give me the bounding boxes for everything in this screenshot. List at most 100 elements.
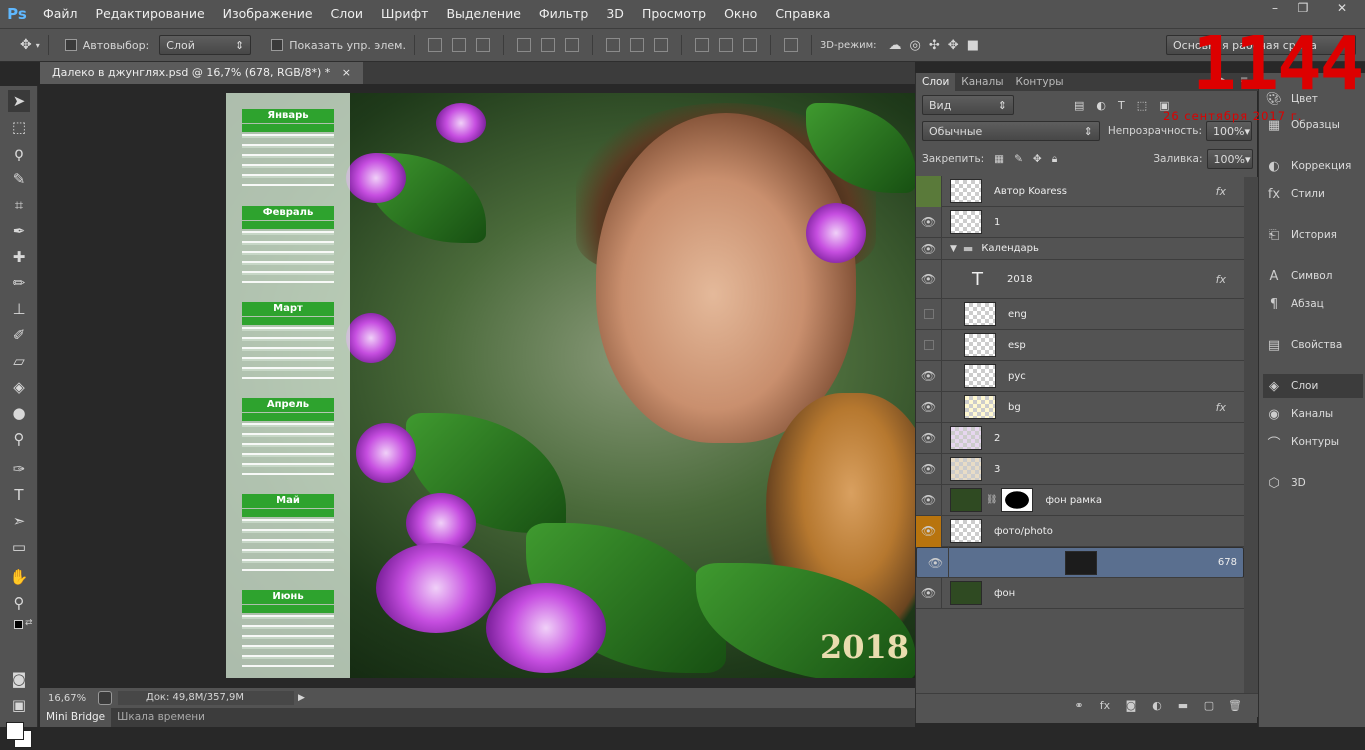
filter-pixel-icon[interactable]: ▤ — [1074, 99, 1084, 112]
dock-item-properties[interactable]: ▤ Свойства — [1263, 333, 1363, 357]
quick-mask-icon[interactable]: ◙ — [8, 668, 30, 690]
brush-tool-icon[interactable]: ✏ — [8, 272, 30, 294]
dock-item-layers[interactable]: ◈ Слои — [1263, 374, 1363, 398]
add-mask-icon[interactable]: ◙ — [1124, 699, 1138, 712]
document-tab[interactable]: Далеко в джунглях.psd @ 16,7% (678, RGB/… — [40, 62, 363, 84]
rectangle-tool-icon[interactable]: ▭ — [8, 536, 30, 558]
align-left-icon[interactable] — [516, 38, 531, 52]
eye-icon[interactable]: 👁︎ — [916, 422, 942, 454]
screen-mode-icon[interactable]: ▣ — [8, 694, 30, 716]
align-top-icon[interactable] — [427, 38, 442, 52]
layer-row[interactable]: 👁︎ 3 — [916, 453, 1244, 485]
3d-orbit-icon[interactable]: ☁ — [889, 38, 902, 53]
menu-file[interactable]: Файл — [34, 0, 87, 28]
move-tool-icon[interactable]: ✥ — [20, 37, 32, 53]
eye-icon[interactable]: 👁︎ — [916, 259, 942, 299]
fx-icon[interactable]: fx — [1216, 401, 1226, 414]
lock-image-icon[interactable]: ✎ — [1014, 153, 1023, 165]
layer-row-selected[interactable]: 👁︎ 678 — [916, 547, 1244, 578]
tab-mini-bridge[interactable]: Mini Bridge — [40, 708, 112, 727]
menu-image[interactable]: Изображение — [214, 0, 322, 28]
minimize-icon[interactable]: – — [1262, 0, 1288, 18]
visibility-toggle[interactable] — [916, 298, 942, 330]
distribute-hcenter-icon[interactable] — [718, 38, 733, 52]
layer-mask-thumbnail[interactable] — [1001, 488, 1034, 512]
autoselect-checkbox[interactable] — [64, 39, 77, 51]
distribute-left-icon[interactable] — [694, 38, 709, 52]
dock-item-styles[interactable]: fx Стили — [1263, 182, 1363, 206]
fx-icon[interactable]: fx — [1216, 273, 1226, 286]
opacity-input[interactable]: 100% ▾ — [1206, 121, 1252, 141]
menu-window[interactable]: Окно — [715, 0, 766, 28]
menu-layer[interactable]: Слои — [322, 0, 373, 28]
menu-edit[interactable]: Редактирование — [87, 0, 214, 28]
dock-item-adjustments[interactable]: ◐ Коррекция — [1263, 154, 1363, 178]
swap-colors-icon[interactable]: ⇄ — [25, 618, 33, 628]
link-layers-icon[interactable]: ⚭ — [1072, 699, 1086, 712]
layer-row[interactable]: 👁︎ фон — [916, 577, 1244, 609]
crop-tool-icon[interactable]: ⌗ — [8, 194, 30, 216]
distribute-top-icon[interactable] — [605, 38, 620, 52]
new-layer-icon[interactable]: ▢ — [1202, 699, 1216, 712]
eye-icon[interactable]: 👁︎ — [916, 237, 942, 260]
foreground-color-swatch[interactable] — [6, 722, 24, 740]
document-canvas[interactable]: Январь Февраль Март Апрель Май Июнь 2018 — [226, 93, 915, 678]
eye-icon[interactable]: 👁︎ — [916, 577, 942, 609]
distribute-bottom-icon[interactable] — [653, 38, 668, 52]
3d-scale-icon[interactable]: ■ — [967, 38, 979, 53]
menu-select[interactable]: Выделение — [437, 0, 529, 28]
visibility-toggle[interactable] — [916, 175, 942, 207]
play-icon[interactable]: ▶ — [298, 693, 305, 703]
layer-row[interactable]: 👁︎ фото/photo — [916, 515, 1244, 547]
color-swatches[interactable] — [6, 722, 34, 750]
stamp-tool-icon[interactable]: ⊥ — [8, 298, 30, 320]
blur-tool-icon[interactable]: ● — [8, 402, 30, 424]
dock-item-character[interactable]: A Символ — [1263, 264, 1363, 288]
tab-channels[interactable]: Каналы — [955, 73, 1009, 91]
3d-slide-icon[interactable]: ✥ — [948, 38, 959, 53]
align-right-icon[interactable] — [564, 38, 579, 52]
menu-view[interactable]: Просмотр — [633, 0, 715, 28]
filter-type-dropdown[interactable]: Вид ⇕ — [922, 95, 1014, 115]
tab-paths[interactable]: Контуры — [1010, 73, 1070, 91]
layer-row[interactable]: 👁︎ T 2018 fx — [916, 259, 1244, 299]
layer-row[interactable]: 👁︎ рус — [916, 360, 1244, 392]
visibility-toggle[interactable] — [916, 329, 942, 361]
default-colors-icon[interactable] — [14, 620, 23, 629]
lock-transparent-icon[interactable]: ▦ — [994, 153, 1004, 165]
dock-item-paragraph[interactable]: ¶ Абзац — [1263, 292, 1363, 316]
dock-item-paths[interactable]: ⌒ Контуры — [1263, 430, 1363, 454]
eye-icon[interactable]: 👁︎ — [916, 453, 942, 485]
trash-icon[interactable]: 🗑︎ — [1228, 699, 1242, 712]
eyedropper-tool-icon[interactable]: ✒ — [8, 220, 30, 242]
chevron-down-icon[interactable]: ▼ — [950, 244, 957, 254]
distribute-right-icon[interactable] — [742, 38, 757, 52]
eye-icon[interactable]: 👁︎ — [916, 391, 942, 423]
dock-item-channels[interactable]: ◉ Каналы — [1263, 402, 1363, 426]
new-group-icon[interactable]: ▬ — [1176, 699, 1190, 712]
zoom-level[interactable]: 16,67% — [48, 693, 92, 704]
move-tool-icon[interactable]: ➤ — [8, 90, 30, 112]
healing-brush-icon[interactable]: ✚ — [8, 246, 30, 268]
menu-3d[interactable]: 3D — [597, 0, 633, 28]
tab-timeline[interactable]: Шкала времени — [111, 708, 211, 727]
fill-input[interactable]: 100% ▾ — [1206, 149, 1253, 169]
lock-position-icon[interactable]: ✥ — [1033, 153, 1042, 165]
pen-tool-icon[interactable]: ✑ — [8, 458, 30, 480]
paint-bucket-icon[interactable]: ◈ — [8, 376, 30, 398]
layers-scrollbar[interactable] — [1244, 177, 1258, 697]
quick-select-tool-icon[interactable]: ✎ — [8, 168, 30, 190]
history-brush-icon[interactable]: ✐ — [8, 324, 30, 346]
restore-icon[interactable]: ❐ — [1290, 0, 1316, 18]
tab-layers[interactable]: Слои — [916, 73, 956, 91]
lasso-tool-icon[interactable]: ϙ — [8, 142, 30, 164]
3d-roll-icon[interactable]: ◎ — [910, 38, 921, 53]
eye-icon[interactable]: 👁︎ — [916, 206, 942, 238]
autoselect-dropdown[interactable]: Слой ⇕ — [159, 35, 252, 55]
layer-row[interactable]: 👁︎ 1 — [916, 206, 1244, 238]
close-icon[interactable]: × — [342, 66, 351, 79]
eye-icon[interactable]: 👁︎ — [923, 547, 949, 578]
dock-item-3d[interactable]: ⬡ 3D — [1263, 471, 1363, 495]
layer-row[interactable]: 👁︎ 2 — [916, 422, 1244, 454]
layer-row[interactable]: Автор Koaress fx — [916, 175, 1244, 207]
